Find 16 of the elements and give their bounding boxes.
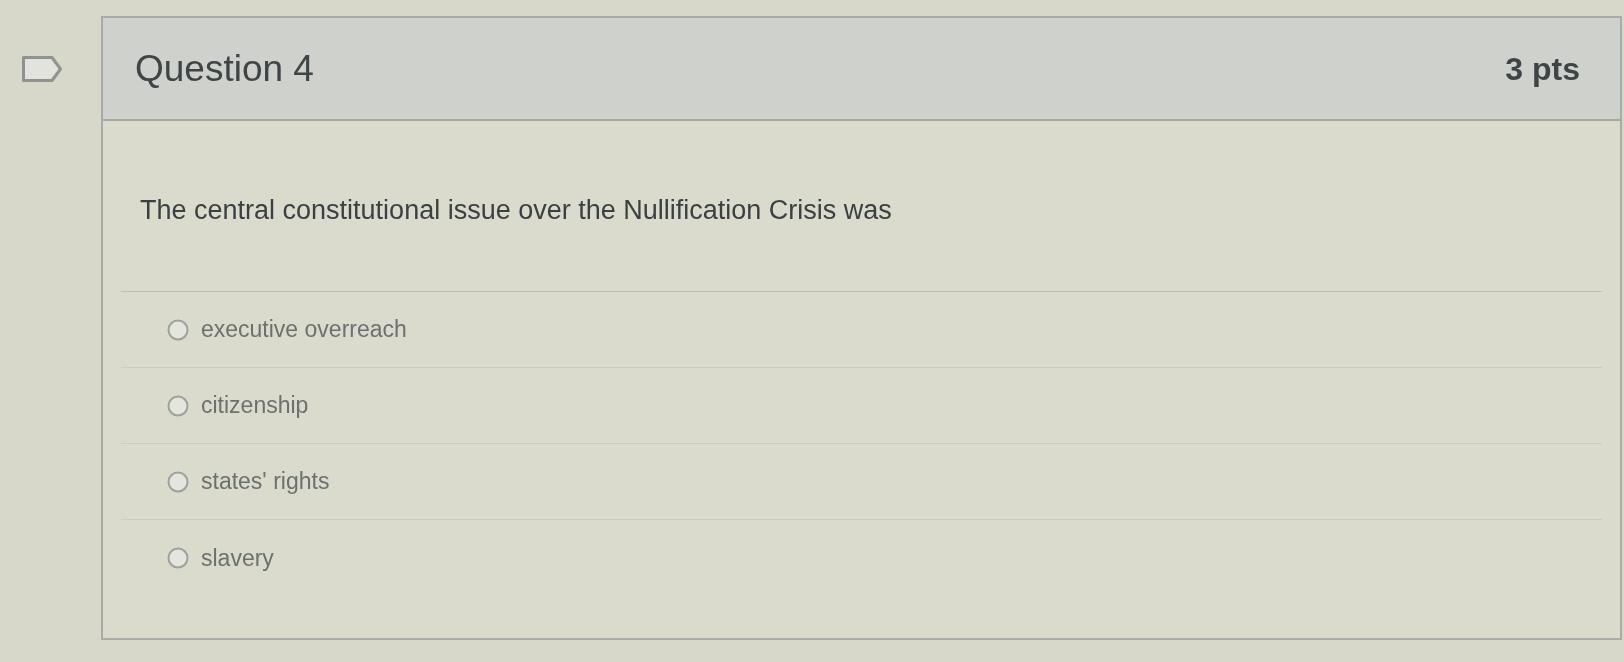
radio-icon[interactable] — [167, 470, 189, 493]
question-text: The central constitutional issue over the Nullification Crisis was — [140, 194, 893, 227]
answer-label: executive overreach — [201, 318, 407, 341]
radio-icon[interactable] — [167, 547, 189, 569]
answer-label: slavery — [201, 546, 274, 570]
answer-option[interactable]: states' rights — [121, 444, 1602, 520]
flag-icon[interactable] — [22, 56, 62, 82]
answer-option[interactable]: citizenship — [121, 368, 1602, 444]
answer-label: states' rights — [201, 470, 330, 493]
radio-icon[interactable] — [167, 318, 189, 341]
radio-icon[interactable] — [167, 394, 189, 417]
points-label: 3 pts — [1505, 52, 1580, 85]
question-title: Question 4 — [135, 50, 314, 87]
answer-label: citizenship — [201, 394, 309, 417]
answer-option[interactable]: slavery — [121, 520, 1602, 596]
answer-option[interactable]: executive overreach — [121, 292, 1602, 368]
